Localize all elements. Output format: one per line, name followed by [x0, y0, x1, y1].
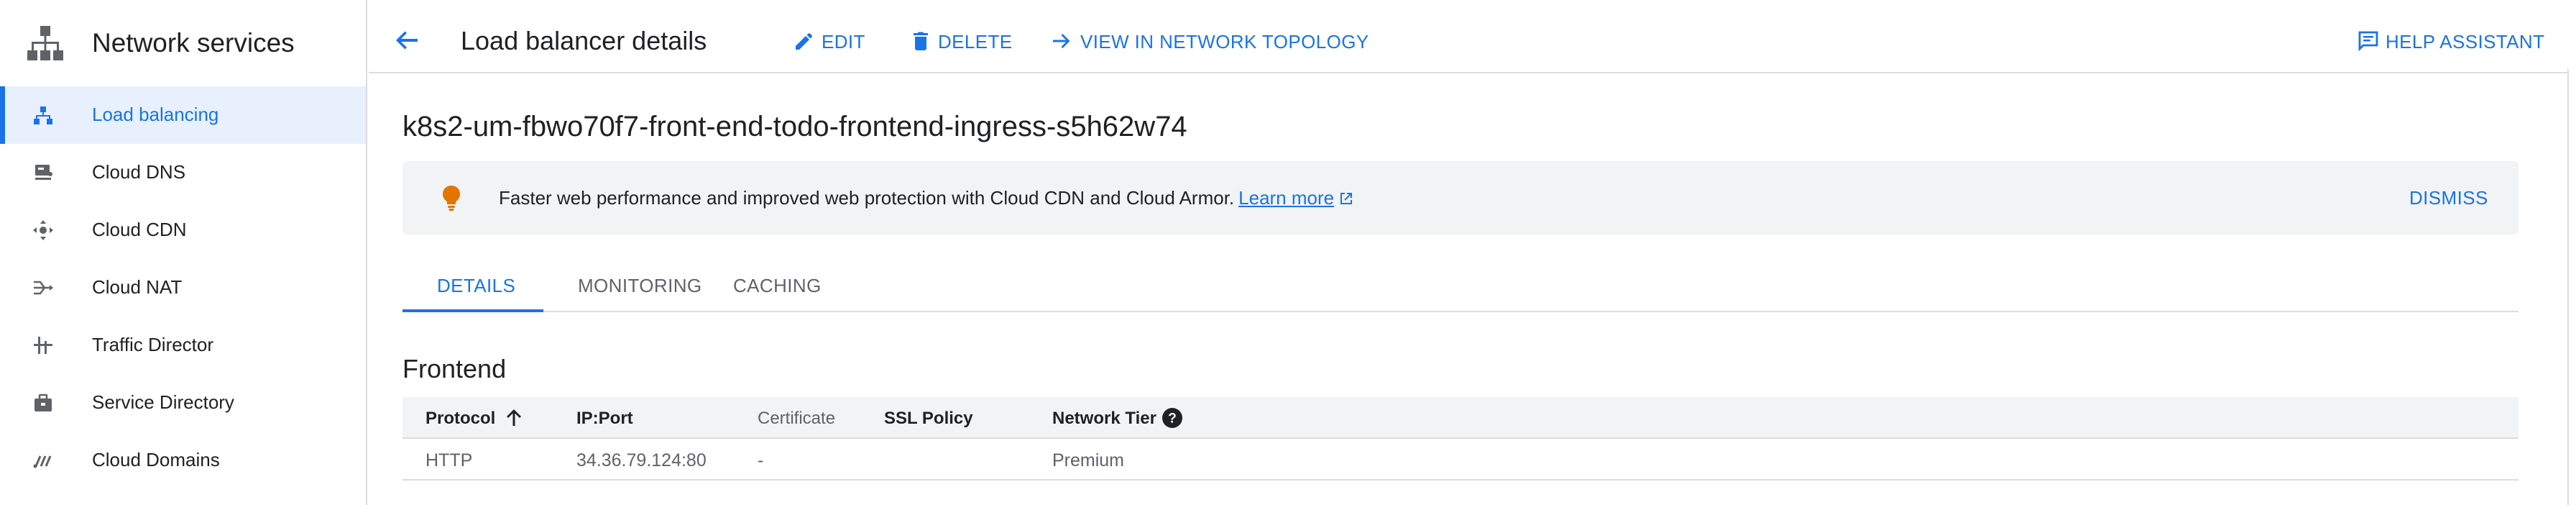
tab-label: CACHING	[733, 275, 822, 296]
delete-label: DELETE	[938, 31, 1013, 53]
traffic-director-icon	[34, 337, 52, 354]
edit-label: EDIT	[822, 31, 865, 53]
network-services-icon	[27, 26, 63, 60]
help-assistant-label: HELP ASSISTANT	[2386, 31, 2545, 53]
table-row: HTTP 34.36.79.124:80 - Premium	[402, 439, 2518, 481]
lightbulb-icon	[443, 186, 460, 211]
sidebar: Network services Load balancing Cloud DN…	[0, 0, 367, 505]
column-header-ip-port[interactable]: IP:Port	[576, 409, 633, 429]
banner-text: Faster web performance and improved web …	[499, 187, 1354, 209]
top-bar: Load balancer details EDIT DELETE VIEW I…	[369, 4, 2567, 73]
view-network-topology-button[interactable]: VIEW IN NETWORK TOPOLOGY	[1050, 26, 1368, 55]
back-arrow-icon[interactable]	[393, 26, 422, 55]
sidebar-item-cloud-dns[interactable]: Cloud DNS	[0, 144, 366, 201]
learn-more-link[interactable]: Learn more	[1238, 187, 1334, 209]
sidebar-item-label: Load balancing	[92, 104, 219, 125]
trash-icon	[914, 32, 928, 50]
dismiss-button[interactable]: DISMISS	[2409, 187, 2488, 209]
sidebar-header: Network services	[0, 4, 367, 73]
load-balancing-icon	[34, 106, 52, 124]
sidebar-item-label: Cloud NAT	[92, 276, 183, 298]
cell-certificate: -	[758, 450, 764, 470]
sidebar-item-label: Cloud DNS	[92, 161, 186, 183]
delete-button[interactable]: DELETE	[909, 26, 1017, 55]
sidebar-item-label: Traffic Director	[92, 334, 214, 355]
sidebar-item-service-directory[interactable]: Service Directory	[0, 374, 366, 432]
pencil-icon	[796, 33, 812, 50]
sidebar-item-label: Cloud CDN	[92, 219, 187, 240]
tab-label: DETAILS	[437, 275, 516, 296]
sidebar-item-cloud-nat[interactable]: Cloud NAT	[0, 259, 366, 317]
sidebar-item-label: Service Directory	[92, 391, 234, 413]
sidebar-item-cloud-domains[interactable]: Cloud Domains	[0, 432, 366, 489]
arrow-forward-icon	[1053, 34, 1070, 48]
tab-caching[interactable]: CACHING	[704, 258, 841, 311]
tab-bar: DETAILS MONITORING CACHING	[402, 258, 2518, 312]
help-assistant-button[interactable]: HELP ASSISTANT	[2357, 26, 2558, 55]
section-title-frontend: Frontend	[402, 354, 507, 383]
cell-protocol: HTTP	[426, 450, 473, 470]
tab-details[interactable]: DETAILS	[402, 258, 543, 312]
sidebar-item-load-balancing[interactable]: Load balancing	[0, 86, 366, 144]
table-header-row: Protocol IP:Port Certificate SSL Policy …	[402, 397, 2518, 439]
service-directory-icon	[34, 393, 52, 411]
feedback-icon	[2358, 31, 2378, 52]
column-header-protocol[interactable]: Protocol	[426, 409, 495, 429]
edit-button[interactable]: EDIT	[793, 26, 872, 55]
external-link-icon[interactable]	[1338, 191, 1354, 206]
sidebar-item-label: Cloud Domains	[92, 449, 220, 470]
tab-monitoring[interactable]: MONITORING	[543, 258, 704, 311]
promo-banner: Faster web performance and improved web …	[402, 161, 2518, 235]
cloud-domains-icon	[33, 455, 52, 468]
page-title: Load balancer details	[461, 26, 707, 55]
cloud-cdn-icon	[33, 220, 53, 240]
svg-text:?: ?	[1168, 411, 1177, 427]
tab-label: MONITORING	[578, 275, 702, 296]
column-header-certificate: Certificate	[758, 409, 836, 428]
sort-arrow-up-icon[interactable]	[502, 406, 526, 430]
view-topology-label: VIEW IN NETWORK TOPOLOGY	[1080, 31, 1369, 53]
cloud-dns-icon	[35, 165, 52, 180]
cell-network-tier: Premium	[1052, 450, 1125, 470]
banner-message: Faster web performance and improved web …	[499, 187, 1235, 209]
column-header-ssl-policy[interactable]: SSL Policy	[884, 409, 973, 429]
scrollbar-track[interactable]	[2567, 69, 2569, 505]
product-title: Network services	[92, 28, 295, 58]
sidebar-item-traffic-director[interactable]: Traffic Director	[0, 317, 366, 374]
sidebar-item-cloud-cdn[interactable]: Cloud CDN	[0, 201, 366, 259]
load-balancer-name: k8s2-um-fbwo70f7-front-end-todo-frontend…	[402, 111, 1187, 142]
help-circle-icon[interactable]: ?	[1160, 406, 1184, 430]
column-header-network-tier[interactable]: Network Tier	[1052, 409, 1156, 429]
cloud-nat-icon	[34, 281, 53, 295]
cell-ip-port: 34.36.79.124:80	[576, 450, 707, 470]
